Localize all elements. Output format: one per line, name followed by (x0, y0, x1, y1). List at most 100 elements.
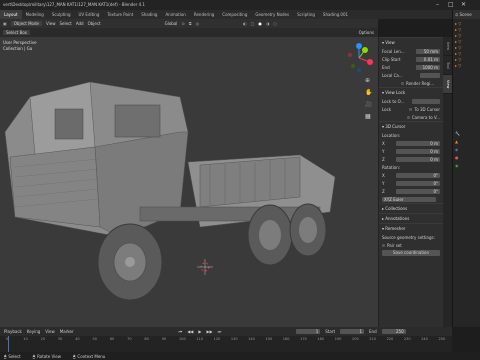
zoom-icon[interactable]: ⊕ (365, 77, 370, 84)
jump-start-icon[interactable]: ⏮ (179, 329, 183, 334)
view-section[interactable]: ▾ View (379, 37, 443, 47)
minimize-icon[interactable]: – (436, 1, 439, 8)
camera-view-icon[interactable]: 🎥 (365, 101, 372, 108)
truck-model[interactable] (0, 37, 378, 327)
current-frame-field[interactable]: 1 (296, 329, 321, 334)
3d-cursor-section[interactable]: ▾ 3D Cursor (379, 121, 443, 131)
view-lock-section[interactable]: ▾ View Lock (379, 87, 443, 97)
source-geometry-label: Source geometry settings: (382, 234, 435, 240)
options-dropdown[interactable]: Options (359, 30, 374, 35)
save-coordination-button[interactable]: Save coordination (382, 250, 440, 256)
ruler-tick: 230 (403, 337, 411, 341)
shading-material-icon[interactable]: ◑ (266, 21, 270, 26)
ruler-tick: 120 (213, 337, 221, 341)
tab-uv-editing[interactable]: UV Editing (75, 10, 104, 19)
mode-dropdown[interactable]: Object Mode (10, 21, 42, 26)
next-keyframe-icon[interactable]: ▶▶ (206, 329, 212, 334)
playhead[interactable] (8, 336, 9, 352)
ruler-tick: 50 (92, 337, 97, 341)
select-menu[interactable]: Select (59, 21, 71, 26)
rotation-label: Rotation: (382, 164, 401, 170)
playback-menu[interactable]: Playback (4, 329, 22, 334)
tab-shading[interactable]: Shading (137, 10, 161, 19)
tab-compositing[interactable]: Compositing (218, 10, 251, 19)
ortho-grid-icon[interactable]: ▦ (365, 113, 371, 120)
annotations-title: Annotations (385, 216, 410, 221)
pair-set-label: Pair set (387, 242, 402, 248)
clip-start-field[interactable]: 0.01 m (416, 56, 440, 62)
view-menu-timeline[interactable]: View (45, 329, 55, 334)
focal-length-field[interactable]: 50 mm (416, 48, 440, 54)
drag-select-box[interactable]: Select Box (3, 30, 31, 35)
editor-type-icon[interactable]: ▣ (3, 21, 7, 26)
tab-sculpting[interactable]: Sculpting (48, 10, 75, 19)
tab-tool[interactable]: Tool (443, 56, 452, 75)
scene-label[interactable]: Scene (459, 12, 471, 17)
rotation-x-field[interactable]: 0° (396, 172, 440, 178)
window-title: vert\Desktop\military\127_MAN KAT1\127_M… (3, 2, 145, 7)
navigation-gizmo[interactable] (343, 42, 375, 74)
render-region-checkbox[interactable] (401, 81, 404, 85)
cursor-x-field[interactable]: 0 m (396, 140, 440, 146)
overlay-icon[interactable]: ◐ (243, 21, 247, 26)
maximize-icon[interactable]: □ (448, 1, 454, 8)
tab-geometry-nodes[interactable]: Geometry Nodes (251, 10, 293, 19)
tab-layout[interactable]: Layout (0, 10, 22, 19)
ruler-tick: 10 (23, 337, 28, 341)
tool-props-icon: 🔧 (455, 131, 460, 136)
tab-item[interactable]: Item (443, 37, 452, 56)
object-menu[interactable]: Object (88, 21, 101, 26)
add-menu[interactable]: Add (76, 21, 84, 26)
material-props-icon: ● (455, 155, 459, 160)
rotation-mode-dropdown[interactable]: XYZ Euler (382, 196, 436, 202)
cursor-z-field[interactable]: 0 m (396, 156, 440, 162)
outliner-tree[interactable]: ▸ ▽ ▸ ▽ ▸ ▽ ▸ ▽ ▸ ▽ ▸ ▽ ▸ ▽ ▸ ▽ (453, 19, 480, 71)
keying-menu[interactable]: Keying (27, 329, 40, 334)
tab-view[interactable]: View (443, 75, 452, 94)
properties-icons[interactable]: 🔧 ▲ ◆ ● ◉ (455, 130, 460, 170)
clip-end-field[interactable]: 1000 m (416, 64, 440, 70)
tab-animation[interactable]: Animation (161, 10, 189, 19)
close-icon[interactable]: ✕ (461, 1, 466, 8)
frame-ruler[interactable]: 0102030405060708090100110120130140150160… (0, 336, 452, 352)
shading-rendered-icon[interactable]: ○ (273, 21, 277, 26)
ruler-tick: 240 (421, 337, 428, 341)
tab-modeling[interactable]: Modeling (22, 10, 48, 19)
ruler-tick: 70 (127, 337, 132, 341)
rotation-y-field[interactable]: 0° (396, 180, 440, 186)
start-frame-field[interactable]: 1 (340, 329, 365, 334)
end-frame-field[interactable]: 250 (381, 329, 406, 334)
cursor-y-field[interactable]: 0 m (396, 148, 440, 154)
workspace-tabs: Layout Modeling Sculpting UV Editing Tex… (0, 10, 460, 19)
clip-end-label: End (382, 64, 390, 70)
remesher-section[interactable]: ▾ Remesher (379, 223, 443, 233)
snap-icon[interactable]: ⧉ (189, 21, 192, 26)
lock-to-object-field[interactable] (412, 98, 440, 104)
3d-viewport[interactable]: User Perspective Collection | Ga ⊕ ✋ 🎥 ▦ (0, 37, 378, 327)
pivot-icon[interactable]: ⊙ (181, 21, 184, 26)
proportional-icon[interactable]: ◎ (196, 21, 200, 26)
to-cursor-checkbox[interactable] (409, 108, 413, 111)
tab-rendering[interactable]: Rendering (190, 10, 218, 19)
jump-end-icon[interactable]: ⏭ (218, 329, 222, 334)
orientation-dropdown[interactable]: Global (165, 21, 178, 26)
ruler-tick: 130 (230, 337, 238, 341)
pan-hand-icon[interactable]: ✋ (365, 89, 372, 96)
local-camera-field[interactable] (420, 72, 440, 78)
collections-section[interactable]: ▸ Collections (379, 203, 443, 213)
view-menu[interactable]: View (46, 21, 56, 26)
tab-texture-paint[interactable]: Texture Paint (103, 10, 137, 19)
shading-solid-icon[interactable]: ● (258, 21, 262, 26)
rotation-z-field[interactable]: 0° (396, 188, 440, 194)
marker-menu[interactable]: Marker (60, 329, 74, 334)
prev-keyframe-icon[interactable]: ◀◀ (187, 329, 193, 334)
start-frame-label: Start (325, 329, 336, 334)
pair-set-checkbox[interactable] (382, 244, 385, 247)
camera-to-view-checkbox[interactable] (406, 116, 410, 119)
xray-icon[interactable]: ▢ (251, 21, 255, 26)
play-icon[interactable]: ▶ (198, 329, 201, 334)
tab-scripting[interactable]: Scripting (293, 10, 319, 19)
view-section-title: View (385, 40, 395, 45)
annotations-section[interactable]: ▸ Annotations (379, 213, 443, 223)
tab-shading-001[interactable]: Shading.001 (319, 10, 352, 19)
